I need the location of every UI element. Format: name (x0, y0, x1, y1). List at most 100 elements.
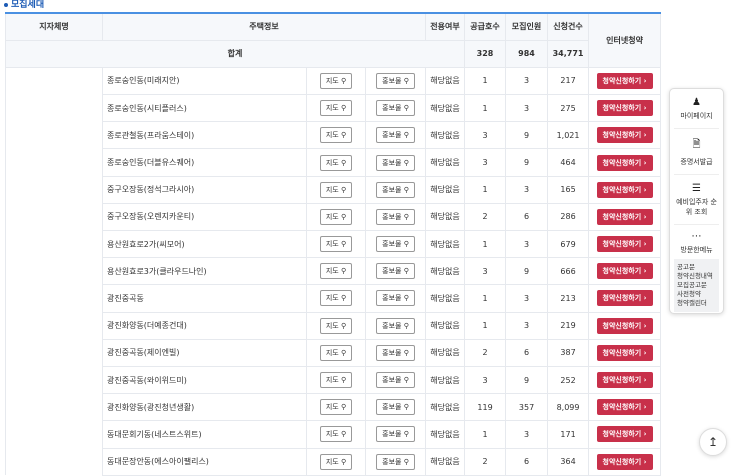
promo-button[interactable]: 홍보물 ⚲ (376, 100, 415, 117)
map-button[interactable]: 지도 ⚲ (319, 236, 353, 253)
map-button[interactable]: 지도 ⚲ (319, 100, 353, 117)
apply-button[interactable]: 청약신청하기 › (596, 208, 653, 225)
applications-cell: 666 (547, 257, 590, 286)
recruit-cell: 6 (505, 202, 549, 232)
apply-button[interactable]: 청약신청하기 › (596, 236, 653, 253)
map-button[interactable]: 지도 ⚲ (319, 181, 353, 198)
map-button[interactable]: 지도 ⚲ (319, 127, 353, 144)
apply-button[interactable]: 청약신청하기 › (596, 290, 653, 307)
map-button[interactable]: 지도 ⚲ (319, 344, 353, 361)
promo-button[interactable]: 홍보물 ⚲ (376, 181, 415, 198)
apply-button[interactable]: 청약신청하기 › (596, 100, 653, 117)
map-cell: 지도 ⚲ (306, 284, 366, 313)
applications-cell: 171 (547, 420, 590, 449)
apply-cell: 청약신청하기 › (588, 338, 662, 367)
map-button[interactable]: 지도 ⚲ (319, 290, 353, 307)
promo-button[interactable]: 홍보물 ⚲ (376, 426, 415, 443)
map-button[interactable]: 지도 ⚲ (319, 208, 353, 225)
quick-certificate[interactable]: 🗎 증명서발급 (674, 135, 719, 175)
apply-button[interactable]: 청약신청하기 › (596, 344, 653, 361)
house-name: 종로숭인동(더블유스퀘어) (102, 148, 307, 177)
apply-button[interactable]: 청약신청하기 › (596, 317, 653, 334)
apply-cell: 청약신청하기 › (588, 393, 662, 422)
map-button-label: 지도 (325, 131, 339, 140)
recruit-cell: 3 (505, 229, 549, 259)
apply-button[interactable]: 청약신청하기 › (596, 181, 653, 198)
map-button[interactable]: 지도 ⚲ (319, 399, 353, 416)
supply-cell: 3 (464, 257, 507, 286)
promo-button[interactable]: 홍보물 ⚲ (376, 127, 415, 144)
search-icon: ⚲ (340, 267, 347, 276)
search-icon: ⚲ (340, 131, 347, 140)
chevron-right-icon: › (643, 131, 647, 140)
apply-button[interactable]: 청약신청하기 › (596, 399, 653, 416)
promo-button[interactable]: 홍보물 ⚲ (376, 317, 415, 334)
promo-button[interactable]: 홍보물 ⚲ (376, 399, 415, 416)
map-cell: 지도 ⚲ (306, 66, 366, 96)
applications-cell: 286 (547, 202, 590, 232)
promo-button[interactable]: 홍보물 ⚲ (376, 453, 415, 470)
apply-button[interactable]: 청약신청하기 › (596, 372, 653, 389)
promo-cell: 홍보물 ⚲ (364, 284, 427, 313)
scroll-top-button[interactable]: ↥ (699, 428, 727, 456)
map-button[interactable]: 지도 ⚲ (319, 263, 353, 280)
recent-item[interactable]: 모집공고문 (677, 281, 716, 290)
map-cell: 지도 ⚲ (306, 229, 366, 259)
promo-button[interactable]: 홍보물 ⚲ (376, 263, 415, 280)
map-button-label: 지도 (325, 403, 339, 412)
map-cell: 지도 ⚲ (306, 257, 366, 286)
quick-mypage[interactable]: ♟ 마이페이지 (674, 95, 719, 129)
header-internet: 인터넷청약 (588, 12, 662, 68)
promo-cell: 홍보물 ⚲ (364, 202, 427, 232)
recruitment-table: 지자체명 주택정보 전용여부 공급호수 모집인원 신청건수 인터넷청약 합계 3… (4, 12, 662, 476)
promo-button[interactable]: 홍보물 ⚲ (376, 344, 415, 361)
map-button[interactable]: 지도 ⚲ (319, 317, 353, 334)
apply-button-label: 청약신청하기 (602, 376, 642, 385)
map-button[interactable]: 지도 ⚲ (319, 154, 353, 171)
applications-cell: 252 (547, 365, 590, 395)
map-cell: 지도 ⚲ (306, 447, 366, 476)
search-icon: ⚲ (403, 267, 409, 276)
table-row: 종로숭인동(시티플러스) 지도 ⚲ 홍보물 ⚲ 해당없음 1 3 275 청약신… (6, 94, 662, 123)
search-icon: ⚲ (340, 348, 347, 357)
apply-cell: 청약신청하기 › (588, 148, 662, 177)
map-button[interactable]: 지도 ⚲ (319, 72, 353, 89)
exclusive-cell: 해당없음 (425, 420, 466, 449)
promo-button[interactable]: 홍보물 ⚲ (376, 290, 415, 307)
quick-waitlist-rank[interactable]: ☰ 예비입주자 순위 조회 (674, 181, 719, 225)
map-button[interactable]: 지도 ⚲ (319, 372, 353, 389)
apply-button[interactable]: 청약신청하기 › (596, 426, 653, 443)
map-button[interactable]: 지도 ⚲ (319, 426, 353, 443)
promo-button[interactable]: 홍보물 ⚲ (376, 154, 415, 171)
recent-item[interactable]: 사전청약 (677, 290, 716, 299)
apply-button[interactable]: 청약신청하기 › (596, 127, 653, 144)
promo-button[interactable]: 홍보물 ⚲ (376, 372, 415, 389)
promo-button[interactable]: 홍보물 ⚲ (376, 208, 415, 225)
search-icon: ⚲ (403, 212, 409, 221)
promo-button-label: 홍보물 (382, 212, 402, 221)
apply-button[interactable]: 청약신청하기 › (596, 263, 653, 280)
promo-button[interactable]: 홍보물 ⚲ (376, 236, 415, 253)
apply-button-label: 청약신청하기 (602, 240, 642, 249)
apply-button[interactable]: 청약신청하기 › (596, 154, 653, 171)
recruit-cell: 6 (505, 338, 549, 367)
map-button-label: 지도 (325, 457, 339, 466)
map-button[interactable]: 지도 ⚲ (319, 453, 353, 470)
map-button-label: 지도 (325, 348, 339, 357)
map-button-label: 지도 (325, 212, 339, 221)
exclusive-cell: 해당없음 (425, 94, 466, 123)
promo-button[interactable]: 홍보물 ⚲ (376, 72, 415, 89)
apply-button[interactable]: 청약신청하기 › (596, 72, 653, 89)
exclusive-cell: 해당없음 (425, 148, 466, 177)
recent-item[interactable]: 공고문 (677, 263, 716, 272)
recent-item[interactable]: 청약캘린더 (677, 299, 716, 308)
supply-cell: 1 (464, 66, 507, 96)
supply-cell: 3 (464, 121, 507, 150)
search-icon: ⚲ (403, 457, 409, 466)
apply-button[interactable]: 청약신청하기 › (596, 453, 653, 470)
applications-cell: 8,099 (547, 393, 590, 422)
apply-button-label: 청약신청하기 (602, 104, 642, 113)
recruit-cell: 9 (505, 148, 549, 177)
table-row: 용산원효로3가(클라우드나인) 지도 ⚲ 홍보물 ⚲ 해당없음 3 9 666 … (6, 257, 662, 286)
recent-item[interactable]: 청약신청내역 (677, 272, 716, 281)
